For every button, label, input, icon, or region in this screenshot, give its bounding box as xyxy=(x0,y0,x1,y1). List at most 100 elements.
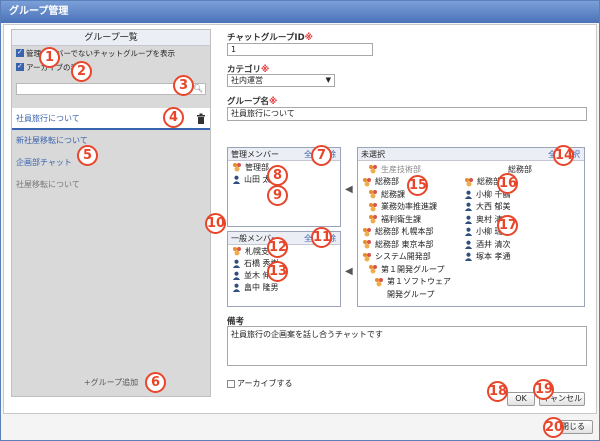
callout-badge: 1 xyxy=(39,47,60,68)
show-archived-checkbox[interactable] xyxy=(16,62,24,71)
tree-item[interactable]: 開発グループ xyxy=(360,288,460,301)
callout-badge: 9 xyxy=(267,185,288,206)
callout-badge: 7 xyxy=(311,145,332,166)
callout-badge: 2 xyxy=(71,61,92,82)
group-icon xyxy=(369,215,377,224)
group-item-label: 企画部チャット xyxy=(16,158,72,167)
group-icon xyxy=(363,227,371,237)
callout-badge: 8 xyxy=(267,165,288,186)
group-name-input[interactable]: 社員旅行について xyxy=(227,107,587,121)
group-item-new-office[interactable]: 新社屋移転について xyxy=(12,130,210,152)
trash-icon[interactable] xyxy=(196,113,206,124)
callout-badge: 6 xyxy=(145,372,166,393)
group-icon xyxy=(233,247,241,256)
required-mark: ※ xyxy=(304,33,313,43)
callout-badge: 15 xyxy=(407,175,428,196)
unselected-heading: 未選択 全て選択 xyxy=(358,148,584,161)
move-to-general-arrow-icon[interactable]: ◀ xyxy=(345,267,355,277)
person-icon xyxy=(232,271,241,280)
tree-item-label: 生産技術部 xyxy=(381,164,421,174)
callout-badge: 5 xyxy=(77,145,98,166)
callout-badge: 13 xyxy=(267,261,288,282)
callout-badge: 19 xyxy=(533,379,554,400)
department-member-name: 大西 郁美 xyxy=(476,202,511,212)
search-icon[interactable]: 🔍︎ xyxy=(193,84,203,93)
category-select[interactable]: 社内運営 ▼ xyxy=(227,74,335,87)
callout-badge: 20 xyxy=(543,417,564,438)
person-icon xyxy=(464,240,473,249)
tree-item[interactable]: システム開発部 xyxy=(360,251,460,264)
person-icon xyxy=(464,190,473,199)
group-id-label: チャットグループID※ xyxy=(227,31,313,43)
group-icon xyxy=(369,265,377,274)
member-name: 管理部 xyxy=(245,162,269,172)
department-member-row[interactable]: 酒井 清次 xyxy=(464,238,584,251)
chevron-down-icon: ▼ xyxy=(325,76,331,84)
ok-button[interactable]: OK xyxy=(507,392,535,406)
callout-badge: 12 xyxy=(267,237,288,258)
tree-item[interactable]: 総務部 東京本部 xyxy=(360,238,460,251)
person-icon xyxy=(464,202,473,212)
tree-item[interactable]: 福利衛生課 xyxy=(360,213,460,226)
tree-item[interactable]: 生産技術部 xyxy=(360,163,460,176)
category-value: 社内運営 xyxy=(231,76,263,85)
required-mark: ※ xyxy=(269,97,278,107)
group-item-office-move[interactable]: 社屋移転について xyxy=(12,174,210,196)
group-item-label: 社屋移転について xyxy=(16,180,80,189)
department-member-row[interactable]: 大西 郁美 xyxy=(464,201,584,214)
show-unjoined-checkbox[interactable] xyxy=(16,48,24,57)
tree-item-label: 総務部 札幌本部 xyxy=(375,227,434,237)
tree-item-label: 福利衛生課 xyxy=(381,214,421,224)
tree-item[interactable]: 総務部 札幌本部 xyxy=(360,226,460,239)
callout-badge: 10 xyxy=(205,213,226,234)
tree-item-label: 総務部 xyxy=(375,177,399,187)
add-group-button[interactable]: +グループ追加 xyxy=(12,377,210,388)
person-icon xyxy=(464,227,473,237)
callout-badge: 4 xyxy=(163,107,184,128)
tree-item-label: システム開発部 xyxy=(375,252,431,262)
archive-checkbox[interactable] xyxy=(227,379,235,388)
group-management-dialog: グループ管理 グループ一覧 管理メンバーでないチャットグループを表示 アーカイブ… xyxy=(0,0,600,441)
group-id-label-text: チャットグループID xyxy=(227,33,305,43)
department-member-row[interactable]: 塚本 孝通 xyxy=(464,251,584,264)
tree-item-label: 総務課 xyxy=(381,189,405,199)
member-row[interactable]: 畠中 隆男 xyxy=(228,281,340,293)
person-icon xyxy=(464,252,473,262)
archive-toggle[interactable]: アーカイブする xyxy=(227,378,293,389)
person-icon xyxy=(232,175,241,184)
callout-badge: 11 xyxy=(311,227,332,248)
group-icon xyxy=(363,177,371,187)
unselected-title: 未選択 xyxy=(361,150,385,159)
member-name: 畠中 隆男 xyxy=(244,282,279,292)
department-member-row[interactable]: 総務部 xyxy=(464,176,584,189)
group-icon xyxy=(375,277,383,287)
callout-badge: 16 xyxy=(497,173,518,194)
tree-item-label: 総務部 東京本部 xyxy=(375,239,434,249)
group-item-label: 新社屋移転について xyxy=(16,136,88,145)
group-id-input[interactable]: 1 xyxy=(227,43,373,56)
department-member-row[interactable]: 小柳 瑞穂 xyxy=(464,226,584,239)
unselected-box: 未選択 全て選択 生産技術部 総務部 総務課 業務効率推進課 福利衛生課 xyxy=(357,147,585,307)
department-member-row[interactable]: 奥村 清美 xyxy=(464,213,584,226)
group-icon xyxy=(369,202,377,212)
dialog-title: グループ管理 xyxy=(1,1,599,23)
department-member-row[interactable]: 小柳 千鶴 xyxy=(464,188,584,201)
tree-item[interactable]: 業務効率推進課 xyxy=(360,201,460,214)
department-member-name: 塚本 孝通 xyxy=(476,252,511,262)
group-item-planning[interactable]: 企画部チャット xyxy=(12,152,210,174)
person-icon xyxy=(464,215,473,224)
manager-members-title: 管理メンバー xyxy=(231,150,279,159)
callout-badge: 18 xyxy=(487,381,508,402)
group-name-label-text: グループ名 xyxy=(227,97,269,107)
note-textarea[interactable]: 社員旅行の企画案を話し合うチャットです xyxy=(227,326,587,366)
group-item-label: 社員旅行について xyxy=(16,114,80,123)
callout-badge: 3 xyxy=(173,75,194,96)
tree-item-label: 業務効率推進課 xyxy=(381,202,437,212)
tree-item[interactable]: 第１ソフトウェア xyxy=(360,276,460,289)
callout-badge: 17 xyxy=(497,215,518,236)
person-icon xyxy=(232,283,241,292)
move-to-managers-arrow-icon[interactable]: ◀ xyxy=(345,185,355,195)
tree-item[interactable]: 第１開発グループ xyxy=(360,263,460,276)
group-icon xyxy=(369,190,377,199)
group-list-heading: グループ一覧 xyxy=(12,30,210,46)
